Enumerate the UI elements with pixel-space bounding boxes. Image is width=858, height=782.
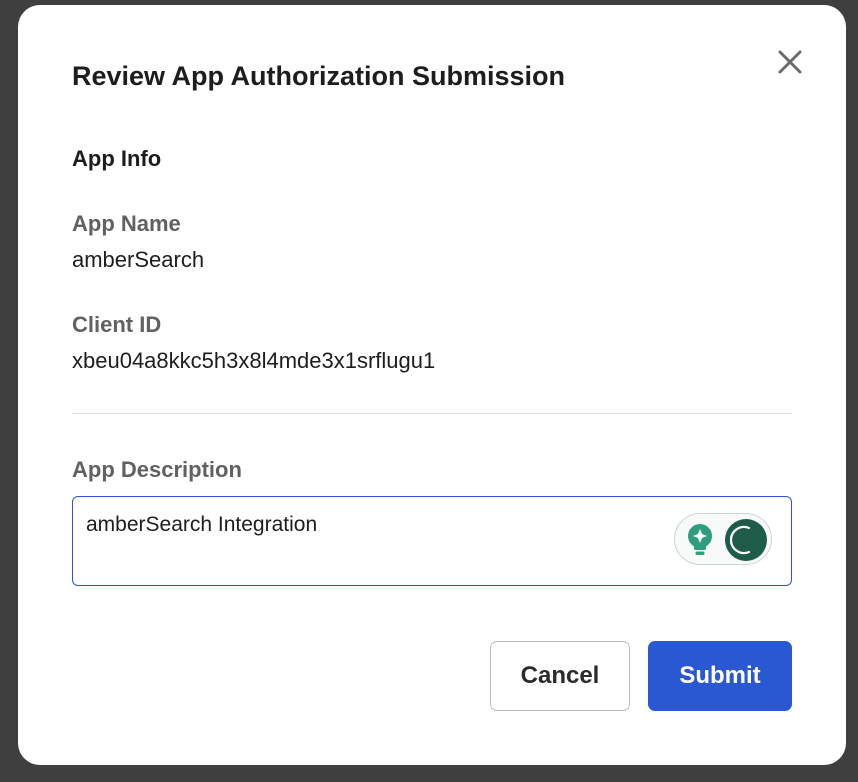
dialog-title: Review App Authorization Submission [72, 61, 566, 91]
submit-button[interactable]: Submit [648, 641, 792, 711]
app-description-label: App Description [72, 457, 242, 482]
assistant-logo-icon[interactable] [725, 519, 767, 561]
client-id-value: xbeu04a8kkc5h3x8l4mde3x1srflugu1 [72, 348, 436, 373]
close-icon[interactable] [775, 47, 805, 77]
cancel-button[interactable]: Cancel [490, 641, 630, 711]
section-divider [72, 413, 792, 414]
app-info-heading: App Info [72, 146, 162, 171]
app-description-text: amberSearch Integration [86, 513, 318, 536]
app-name-value: amberSearch [72, 247, 205, 272]
lightbulb-sparkle-icon[interactable] [685, 523, 715, 557]
assistant-widget[interactable] [674, 513, 772, 565]
app-name-label: App Name [72, 211, 181, 236]
assistant-logo-mark [729, 525, 751, 555]
client-id-label: Client ID [72, 312, 162, 337]
app-description-field[interactable]: amberSearch Integration [72, 496, 792, 586]
authorization-dialog: Review App Authorization Submission App … [18, 5, 846, 765]
